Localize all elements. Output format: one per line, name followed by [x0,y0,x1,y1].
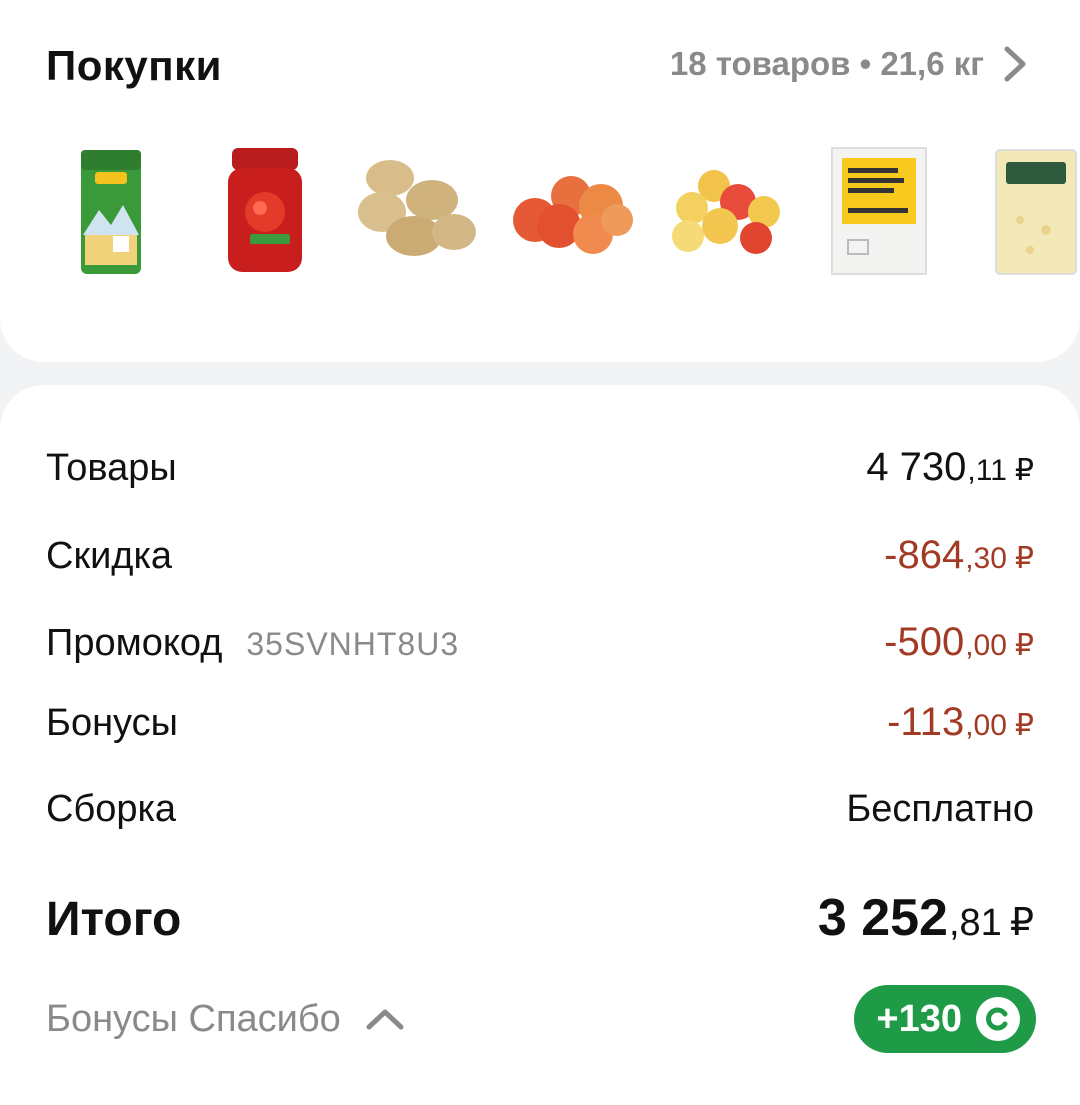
bonuses-amount: -113,00 ₽ [887,700,1034,745]
promo-amount-kop: ,00 [965,629,1007,662]
goods-amount: 4 730,11 ₽ [866,445,1034,490]
product-yellow-apples-image[interactable] [664,140,786,280]
promo-label: Промокод [46,622,223,664]
bonus-points-badge: +130 [854,985,1036,1053]
summary-row-bonuses: Бонусы -113,00 ₽ [46,700,1034,745]
promo-amount: -500,00 ₽ [884,620,1034,665]
product-tomato-paste-image[interactable] [222,140,308,280]
purchases-summary-text: 18 товаров • 21,6 кг [669,45,984,82]
goods-label: Товары [46,447,177,489]
purchases-title: Покупки [46,42,222,89]
assembly-label: Сборка [46,788,177,830]
bonus-points-value: +130 [876,997,962,1040]
summary-row-total: Итого 3 252,81 ₽ [46,888,1034,948]
bonus-program-row: Бонусы Спасибо +130 [46,985,1036,1053]
chevron-up-icon [366,1009,404,1030]
total-amount-kop: ,81 [948,902,1002,944]
goods-amount-kop: ,11 [967,454,1007,487]
discount-amount: -864,30 ₽ [884,533,1034,578]
ruble-sign: ₽ [1014,709,1034,742]
bonus-program-toggle[interactable]: Бонусы Спасибо [46,998,405,1041]
bonus-program-label: Бонусы Спасибо [46,997,341,1040]
summary-row-promo: Промокод 35SVNHT8U3 -500,00 ₽ [46,620,1034,665]
discount-label: Скидка [46,535,173,577]
product-thumbnails[interactable] [0,140,1080,280]
discount-amount-int: -864 [884,533,965,577]
total-amount-int: 3 252 [817,889,948,947]
product-red-apples-image[interactable] [505,140,637,280]
purchases-summary-link[interactable]: 18 товаров • 21,6 кг [670,44,1028,84]
ruble-sign: ₽ [1014,454,1034,487]
summary-row-assembly: Сборка Бесплатно [46,788,1034,831]
summary-row-discount: Скидка -864,30 ₽ [46,533,1034,578]
product-cheese-image[interactable] [990,140,1080,280]
total-label: Итого [46,893,182,946]
promo-label-group: Промокод 35SVNHT8U3 [46,622,459,665]
promo-amount-int: -500 [884,620,965,664]
total-amount: 3 252,81 ₽ [818,888,1034,948]
discount-amount-kop: ,30 [965,542,1007,575]
ruble-sign: ₽ [1009,902,1034,944]
ruble-sign: ₽ [1014,629,1034,662]
promo-code: 35SVNHT8U3 [246,626,460,662]
goods-amount-int: 4 730 [866,445,967,489]
summary-row-goods: Товары 4 730,11 ₽ [46,445,1034,490]
spasibo-logo-icon [976,997,1020,1041]
bonuses-label: Бонусы [46,702,178,744]
assembly-value: Бесплатно [846,788,1034,830]
bonuses-amount-int: -113 [887,700,965,744]
ruble-sign: ₽ [1014,542,1034,575]
product-potatoes-image[interactable] [352,140,478,280]
bonuses-amount-kop: ,00 [965,709,1007,742]
chevron-right-icon [1004,46,1026,82]
product-butter-image[interactable] [828,140,930,280]
product-pasta-image[interactable] [75,140,147,280]
